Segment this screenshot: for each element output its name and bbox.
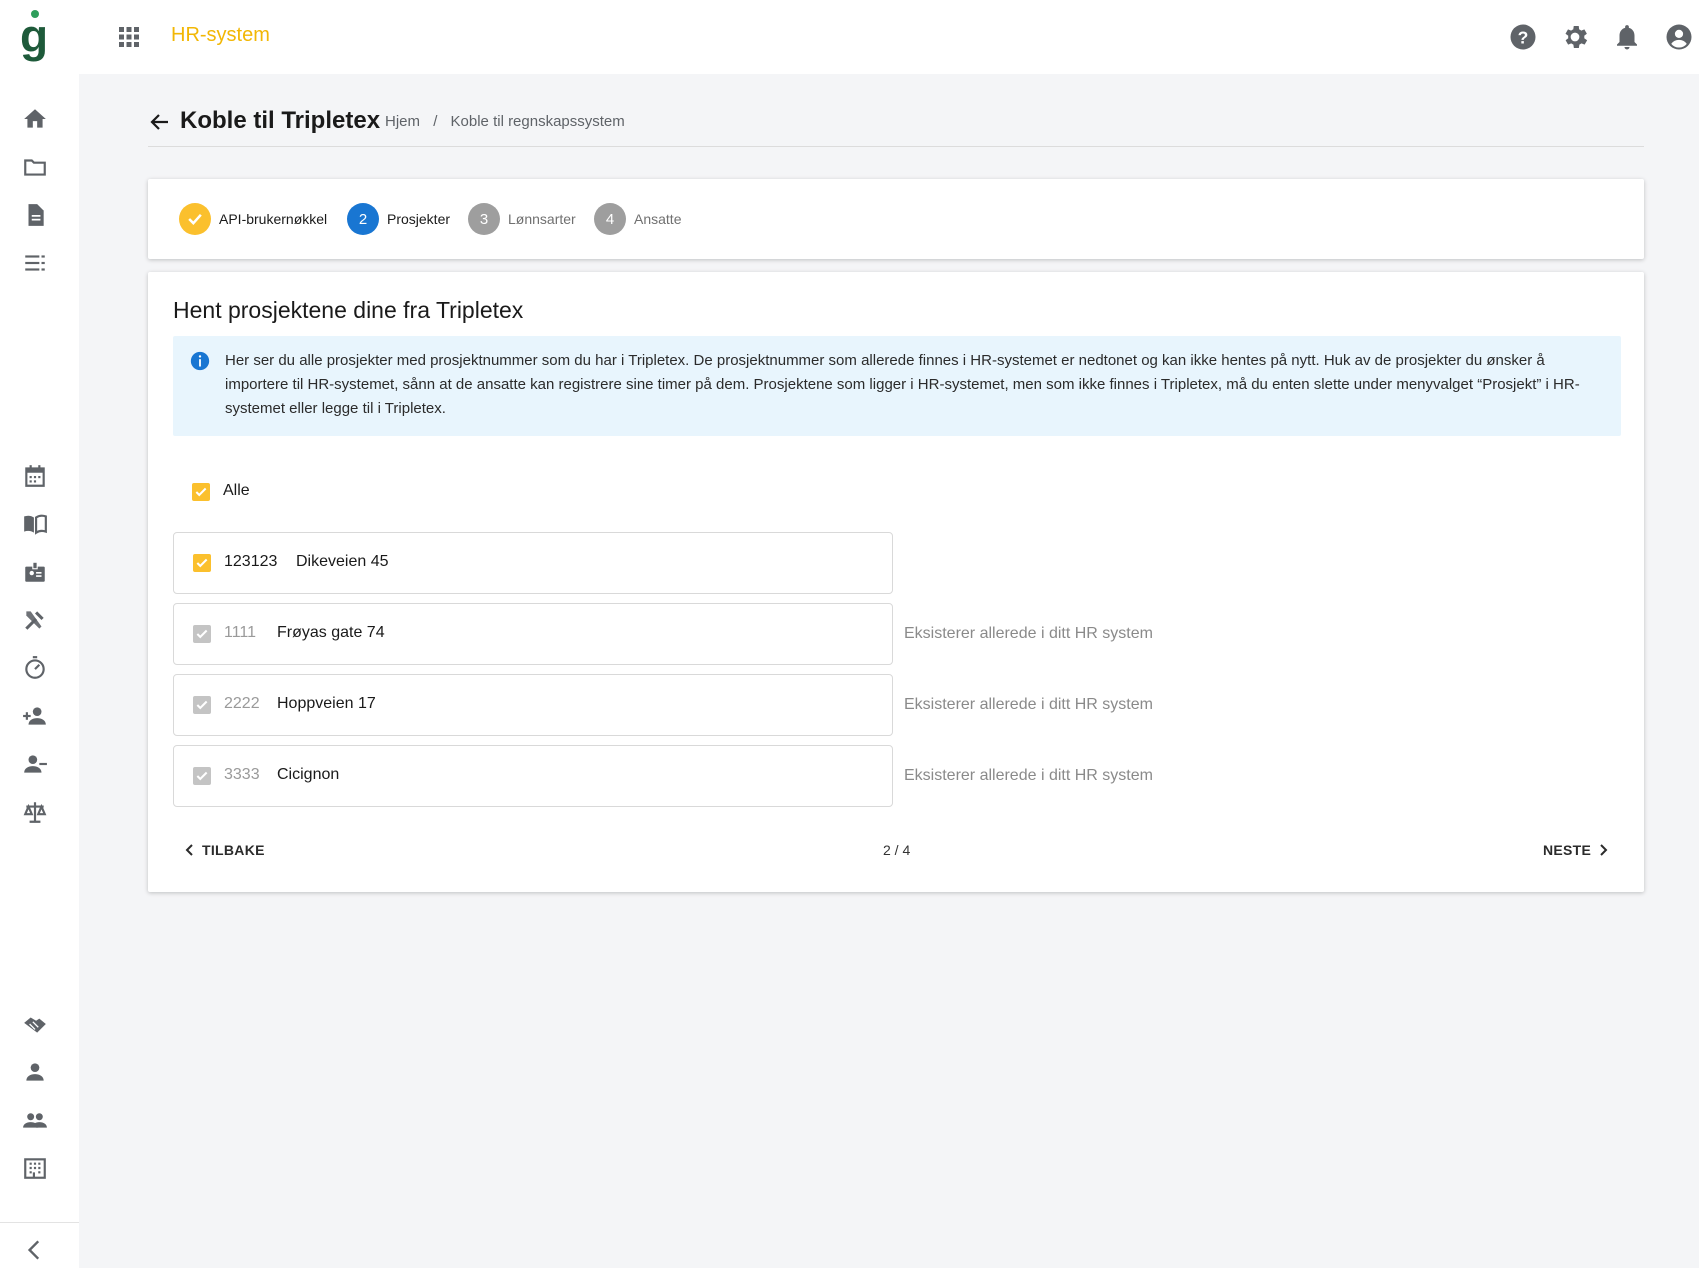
projects-card: Hent prosjektene dine fra Tripletex Her … (148, 272, 1644, 892)
project-name: Dikeveien 45 (296, 553, 389, 570)
project-row: 2222 Hoppveien 17 (173, 674, 893, 736)
tools-icon[interactable] (22, 607, 48, 633)
chevron-left-icon[interactable] (22, 1237, 48, 1263)
project-row[interactable]: 123123 Dikeveien 45 (173, 532, 893, 594)
chevron-left-icon (184, 843, 196, 857)
step-label: API-brukernøkkel (219, 211, 328, 227)
info-icon (189, 350, 211, 372)
person-add-icon[interactable] (22, 703, 48, 729)
account-icon[interactable] (1664, 22, 1694, 52)
document-icon[interactable] (22, 202, 48, 228)
project-row: 1111 Frøyas gate 74 (173, 603, 893, 665)
next-button-label: NESTE (1543, 842, 1592, 858)
timer-icon[interactable] (22, 655, 48, 681)
project-name: Hoppveien 17 (277, 695, 376, 712)
project-row: 3333 Cicignon (173, 745, 893, 807)
step-employees[interactable]: 4 Ansatte (594, 203, 681, 235)
project-number: 3333 (224, 766, 260, 783)
breadcrumb-item-current: Koble til regnskapssystem (450, 113, 625, 130)
handshake-icon[interactable] (22, 1011, 48, 1037)
svg-text:g: g (20, 10, 48, 62)
scale-icon[interactable] (22, 799, 48, 825)
breadcrumb: Hjem / Koble til regnskapssystem (385, 113, 625, 130)
calendar-icon[interactable] (22, 463, 48, 489)
person-remove-icon[interactable] (22, 751, 48, 777)
app-logo[interactable]: g (20, 8, 52, 64)
select-all-label: Alle (223, 482, 250, 499)
notifications-icon[interactable] (1612, 22, 1642, 52)
step-label: Lønnsarter (508, 211, 576, 227)
group-icon[interactable] (22, 1107, 48, 1133)
project-checkbox[interactable] (193, 554, 211, 572)
svg-text:?: ? (1518, 27, 1529, 47)
back-button[interactable]: TILBAKE (184, 842, 265, 858)
step-number: 3 (468, 203, 500, 235)
chevron-right-icon (1597, 843, 1609, 857)
step-number: 2 (347, 203, 379, 235)
step-api-key[interactable]: API-brukernøkkel (179, 203, 327, 235)
check-icon (179, 203, 211, 235)
page-indicator: 2 / 4 (883, 842, 911, 858)
project-checkbox (193, 767, 211, 785)
back-arrow-icon[interactable] (148, 110, 172, 134)
info-text: Her ser du alle prosjekter med prosjektn… (225, 352, 1580, 417)
person-icon[interactable] (22, 1059, 48, 1085)
list-icon[interactable] (22, 250, 48, 276)
card-title: Hent prosjektene dine fra Tripletex (173, 297, 524, 323)
book-icon[interactable] (22, 511, 48, 537)
exists-note: Eksisterer allerede i ditt HR system (904, 625, 1153, 642)
exists-note: Eksisterer allerede i ditt HR system (904, 767, 1153, 784)
building-icon[interactable] (22, 1155, 48, 1181)
step-projects[interactable]: 2 Prosjekter (347, 203, 450, 235)
project-number: 2222 (224, 695, 260, 712)
back-button-label: TILBAKE (202, 842, 265, 858)
settings-icon[interactable] (1560, 22, 1590, 52)
exists-note: Eksisterer allerede i ditt HR system (904, 696, 1153, 713)
apps-grid-icon[interactable] (116, 24, 142, 50)
breadcrumb-item-home[interactable]: Hjem (385, 113, 420, 130)
step-label: Prosjekter (387, 211, 451, 227)
project-name: Cicignon (277, 766, 340, 783)
badge-icon[interactable] (22, 559, 48, 585)
top-bar: g HR-system ? (0, 0, 1699, 74)
step-number: 4 (594, 203, 626, 235)
info-banner: Her ser du alle prosjekter med prosjektn… (173, 336, 1621, 436)
step-wage-types[interactable]: 3 Lønnsarter (468, 203, 576, 235)
sidebar (0, 74, 79, 1268)
step-label: Ansatte (634, 211, 682, 227)
sidebar-divider (0, 1222, 79, 1223)
folder-icon[interactable] (22, 154, 48, 180)
breadcrumb-separator: / (433, 113, 438, 130)
stepper: API-brukernøkkel 2 Prosjekter 3 Lønnsart… (148, 179, 1644, 259)
home-icon[interactable] (22, 106, 48, 132)
project-number: 1111 (224, 624, 257, 641)
page-title: Koble til Tripletex (180, 107, 381, 134)
project-number: 123123 (224, 553, 278, 570)
project-checkbox (193, 625, 211, 643)
next-button[interactable]: NESTE (1543, 842, 1609, 858)
project-checkbox (193, 696, 211, 714)
project-name: Frøyas gate 74 (277, 624, 385, 641)
app-title: HR-system (171, 24, 270, 46)
select-all-checkbox[interactable] (192, 483, 210, 501)
header-divider (148, 146, 1644, 147)
help-icon[interactable]: ? (1508, 22, 1538, 52)
